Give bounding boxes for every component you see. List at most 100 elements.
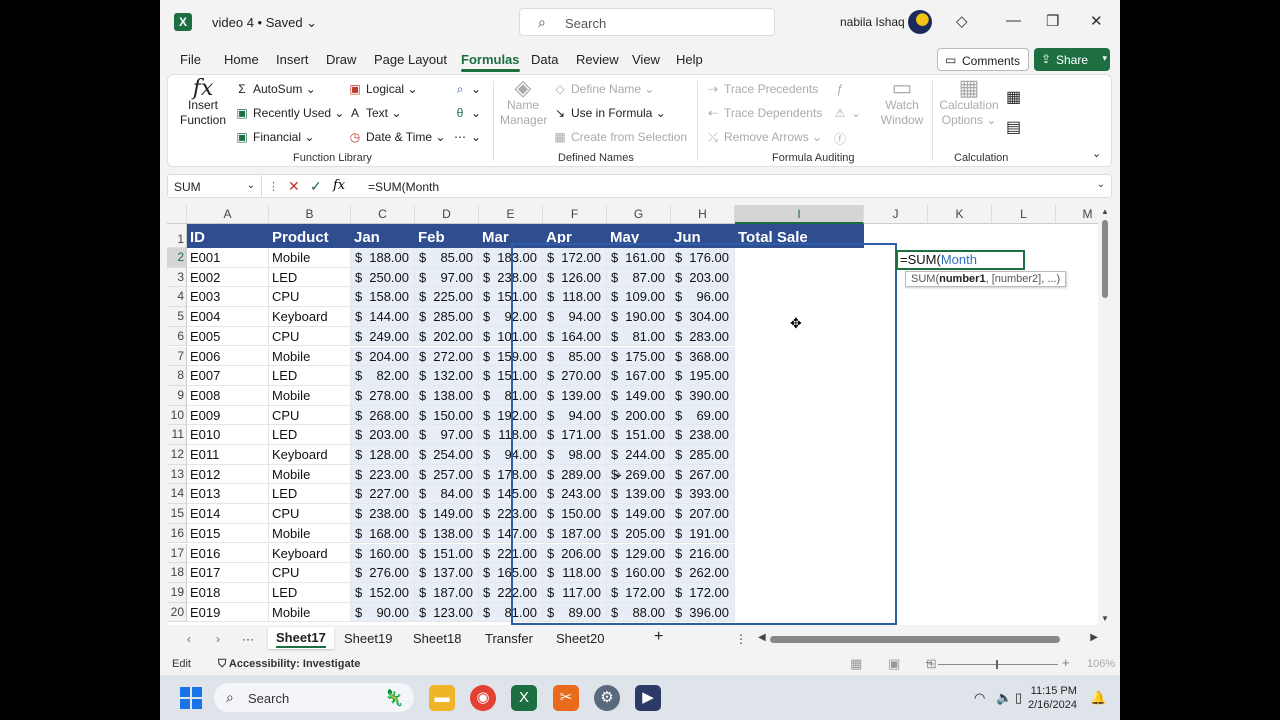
cell-product[interactable]: Mobile [269, 346, 351, 367]
cell-month-value[interactable]: $149.00 [415, 504, 479, 524]
cell-month-value[interactable]: $285.00 [415, 307, 479, 327]
cell-month-value[interactable]: $249.00 [351, 326, 415, 347]
cell-month-value[interactable]: $244.00 [607, 445, 671, 465]
cell-product[interactable]: LED [269, 582, 351, 603]
tab-transfer[interactable]: Transfer [485, 631, 533, 646]
cell-month-value[interactable]: $203.00 [671, 267, 735, 288]
cell-month-value[interactable]: $192.00 [479, 405, 543, 426]
cell-product[interactable]: LED [269, 425, 351, 445]
header-cell-H[interactable]: Jun [671, 224, 735, 248]
menu-draw[interactable]: Draw [326, 52, 356, 67]
cell-month-value[interactable]: $81.00 [479, 385, 543, 406]
cell-month-value[interactable]: $285.00 [671, 445, 735, 465]
cell-month-value[interactable]: $81.00 [479, 602, 543, 623]
cell-month-value[interactable]: $88.00 [607, 602, 671, 623]
header-cell-A[interactable]: ID [187, 224, 269, 248]
cell-month-value[interactable]: $175.00 [607, 346, 671, 367]
cell-product[interactable]: Keyboard [269, 445, 351, 465]
logical-button[interactable]: ▣ Logical ⌄ [348, 82, 417, 96]
column-header-C[interactable]: C [351, 205, 415, 224]
cell-month-value[interactable]: $151.00 [479, 366, 543, 386]
cell-month-value[interactable]: $172.00 [607, 582, 671, 603]
cell-month-value[interactable]: $132.00 [415, 366, 479, 386]
menu-insert[interactable]: Insert [276, 52, 309, 67]
volume-icon[interactable]: 🔈 [996, 690, 1012, 706]
zoom-in-icon[interactable]: + [1062, 655, 1070, 670]
column-header-E[interactable]: E [479, 205, 543, 224]
scroll-up-icon[interactable]: ▲ [1101, 207, 1109, 216]
cell-month-value[interactable]: $164.00 [543, 326, 607, 347]
show-formulas-button[interactable]: ƒ [833, 82, 851, 96]
cell-month-value[interactable]: $221.00 [479, 543, 543, 564]
header-cell-I[interactable]: Total Sale [735, 224, 864, 248]
cell-month-value[interactable]: $243.00 [543, 484, 607, 505]
cell-product[interactable]: CPU [269, 405, 351, 426]
restore-icon[interactable]: ❐ [1046, 12, 1059, 30]
cell-month-value[interactable]: $129.00 [607, 543, 671, 564]
recently-used-button[interactable]: ▣ Recently Used ⌄ [235, 106, 344, 120]
column-header-D[interactable]: D [415, 205, 479, 224]
cell-month-value[interactable]: $202.00 [415, 326, 479, 347]
row-header-20[interactable]: 20 [167, 602, 187, 623]
cell-product[interactable]: Keyboard [269, 543, 351, 564]
cell-month-value[interactable]: $390.00 [671, 385, 735, 406]
cell-month-value[interactable]: $94.00 [479, 445, 543, 465]
header-cell-G[interactable]: May [607, 224, 671, 248]
cell-id[interactable]: E014 [187, 504, 269, 524]
header-cell-B[interactable]: Product [269, 224, 351, 248]
cell-month-value[interactable]: $267.00 [671, 464, 735, 485]
cell-month-value[interactable]: $227.00 [351, 484, 415, 505]
cancel-icon[interactable]: ✕ [288, 178, 300, 195]
cell-month-value[interactable]: $123.00 [415, 602, 479, 623]
cell-month-value[interactable]: $118.00 [543, 563, 607, 583]
tab-prev-icon[interactable]: ‹ [187, 632, 191, 646]
cell-month-value[interactable]: $160.00 [351, 543, 415, 564]
cell-month-value[interactable]: $118.00 [479, 425, 543, 445]
document-title[interactable]: video 4 • Saved ⌄ [212, 15, 317, 31]
create-from-selection-button[interactable]: ▦ Create from Selection [553, 130, 687, 144]
enter-icon[interactable]: ✓ [310, 178, 322, 195]
cell-month-value[interactable]: $203.00 [351, 425, 415, 445]
cell-id[interactable]: E006 [187, 346, 269, 367]
use-in-formula-button[interactable]: ↘ Use in Formula ⌄ [553, 106, 666, 120]
cell-id[interactable]: E001 [187, 248, 269, 268]
zoom-out-icon[interactable]: − [925, 655, 933, 670]
row-header-18[interactable]: 18 [167, 563, 187, 583]
cell-month-value[interactable]: $272.00 [415, 346, 479, 367]
cell-month-value[interactable]: $144.00 [351, 307, 415, 327]
cell-month-value[interactable]: $69.00 [671, 405, 735, 426]
zoom-level[interactable]: 106% [1087, 658, 1115, 670]
column-header-I[interactable]: I [735, 205, 864, 224]
cell-id[interactable]: E004 [187, 307, 269, 327]
cell-month-value[interactable]: $151.00 [607, 425, 671, 445]
column-header-B[interactable]: B [269, 205, 351, 224]
cell-month-value[interactable]: $283.00 [671, 326, 735, 347]
cell-product[interactable]: Mobile [269, 464, 351, 485]
cell-product[interactable]: Keyboard [269, 307, 351, 327]
menu-file[interactable]: File [180, 52, 201, 67]
battery-icon[interactable]: ▯ [1015, 690, 1022, 706]
column-header-K[interactable]: K [928, 205, 992, 224]
column-header-L[interactable]: L [992, 205, 1056, 224]
cell-product[interactable]: LED [269, 366, 351, 386]
cell-month-value[interactable]: $118.00 [543, 287, 607, 308]
scroll-down-icon[interactable]: ▼ [1101, 614, 1109, 623]
share-button[interactable]: ⇪ Share ▾ [1034, 48, 1110, 71]
date-time-button[interactable]: ◷ Date & Time ⌄ [348, 130, 446, 144]
worksheet-grid[interactable]: ABCDEFGHIJKLM 1 2 3 4 5 6 7 8 9 10 11 12 13 14 15 16 17 1… [167, 205, 1112, 625]
cell-month-value[interactable]: $195.00 [671, 366, 735, 386]
more-options-icon[interactable]: ⋮ [268, 180, 279, 193]
column-header-H[interactable]: H [671, 205, 735, 224]
chrome-icon[interactable]: ◉ [470, 685, 496, 711]
menu-help[interactable]: Help [676, 52, 703, 67]
trace-precedents-button[interactable]: ⇢ Trace Precedents [706, 82, 818, 96]
row-header-17[interactable]: 17 [167, 543, 187, 564]
row-header-1[interactable]: 1 [167, 224, 187, 248]
page-layout-view-icon[interactable]: ▣ [888, 656, 900, 672]
cell-month-value[interactable]: $126.00 [543, 267, 607, 288]
notification-icon[interactable]: 🔔 [1090, 690, 1106, 706]
zoom-slider-knob[interactable] [996, 660, 998, 669]
add-sheet-icon[interactable]: + [654, 628, 663, 646]
row-header-2[interactable]: 2 [167, 248, 187, 268]
cell-product[interactable]: Mobile [269, 602, 351, 623]
